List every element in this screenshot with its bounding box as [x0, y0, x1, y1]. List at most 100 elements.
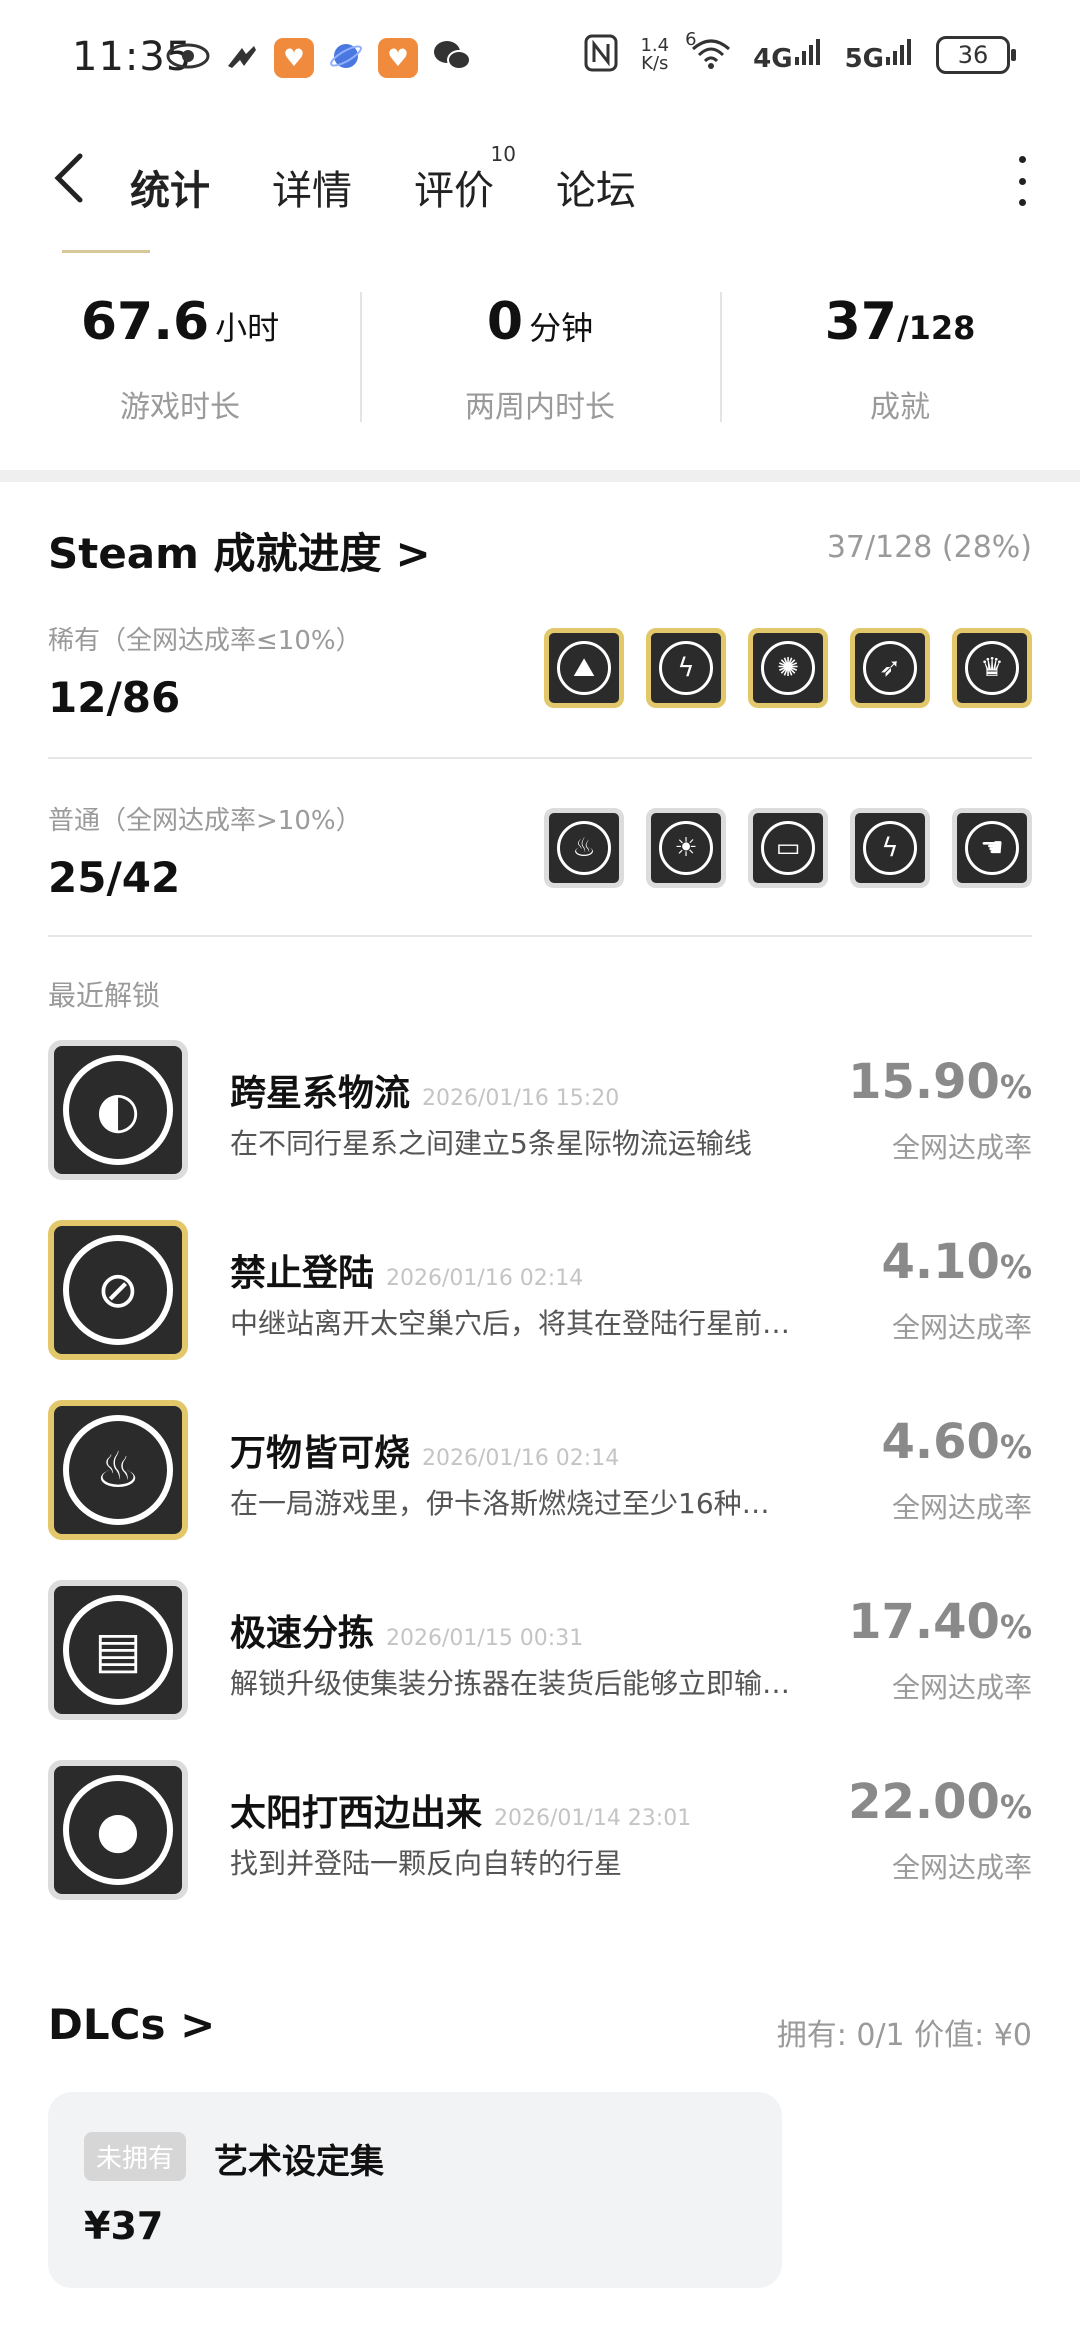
- achievement-progress-header[interactable]: Steam 成就进度 > 37/128 (28%): [48, 520, 1032, 580]
- achievement-rate-label: 全网达成率: [891, 1671, 1032, 1704]
- crown-icon: ♛: [965, 641, 1019, 695]
- achievement-badge[interactable]: ☚: [952, 808, 1032, 888]
- dlc-price: ¥37: [84, 2204, 164, 2248]
- signal-icon: 4G: [753, 37, 822, 74]
- tab-label: 详情: [272, 168, 352, 214]
- list-item[interactable]: ▤ 极速分拣 2026/01/15 00:31 解锁升级使集装分拣器在装货后能够立…: [48, 1580, 1032, 1720]
- list-item[interactable]: ● 太阳打西边出来 2026/01/14 23:01 找到并登陆一颗反向自转的行星…: [48, 1760, 1032, 1900]
- achievement-rate: 15.90%: [848, 1054, 1032, 1110]
- achievement-date: 2026/01/15 00:31: [386, 1626, 584, 1651]
- flame-icon: ☀: [659, 821, 713, 875]
- achievement-date: 2026/01/16 02:14: [422, 1446, 620, 1471]
- achievement-rate-label: 全网达成率: [891, 1131, 1032, 1164]
- achievement-description: 在不同行星系之间建立5条星际物流运输线: [230, 1127, 752, 1160]
- achievement-date: 2026/01/16 15:20: [422, 1086, 620, 1111]
- no-landing-icon: ⊘: [63, 1235, 173, 1345]
- dot: [1018, 177, 1026, 185]
- achievement-rate-label: 全网达成率: [891, 1851, 1032, 1884]
- achievement-progress-text: 37/128 (28%): [826, 530, 1032, 565]
- achievement-badge[interactable]: ▭: [748, 808, 828, 888]
- achievement-badge[interactable]: ⛰: [544, 628, 624, 708]
- box-icon: ▭: [761, 821, 815, 875]
- stat-unit: /128: [896, 309, 976, 347]
- divider: [48, 935, 1032, 937]
- tab-label: 论坛: [556, 168, 636, 214]
- dlc-header[interactable]: DLCs > 拥有: 0/1 价值: ¥0: [48, 2000, 1032, 2060]
- achievement-name: 跨星系物流 2026/01/16 15:20: [230, 1073, 620, 1114]
- lightning-icon: ϟ: [659, 641, 713, 695]
- planet-app-icon: [328, 38, 364, 78]
- chevron-left-icon: [54, 153, 83, 203]
- achievement-date: 2026/01/14 23:01: [494, 1806, 692, 1831]
- status-bar: 11:35 ♥ ♥ 1.4 K/s 6 4G 5G 36: [0, 0, 1080, 120]
- tab-forum[interactable]: 论坛: [552, 154, 640, 220]
- divider: [48, 757, 1032, 759]
- stat-value: 37: [824, 292, 897, 352]
- stat-value: 0: [486, 292, 524, 352]
- stat-value: 67.6: [80, 292, 210, 352]
- tab-bar: 统计 详情 评价 10 论坛: [126, 142, 640, 224]
- stat-label: 游戏时长: [120, 390, 240, 425]
- tab-details[interactable]: 详情: [268, 154, 356, 220]
- achievement-icon: ♨: [48, 1400, 188, 1540]
- battery-indicator: 36: [936, 36, 1016, 74]
- achievement-badge[interactable]: ϟ: [646, 628, 726, 708]
- tab-stats[interactable]: 统计: [126, 154, 214, 224]
- fire-icon: ♨: [557, 821, 611, 875]
- stat-label: 成就: [870, 390, 930, 425]
- stat-achievements: 37/128 成就: [720, 280, 1080, 440]
- tab-reviews[interactable]: 评价 10: [410, 142, 516, 220]
- rocket-icon: ➶: [863, 641, 917, 695]
- list-item[interactable]: ⊘ 禁止登陆 2026/01/16 02:14 中继站离开太空巢穴后，将其在登陆行…: [48, 1220, 1032, 1360]
- more-options-button[interactable]: [1012, 156, 1032, 206]
- section-separator: [0, 470, 1080, 482]
- achievement-description: 找到并登陆一颗反向自转的行星: [230, 1847, 623, 1880]
- achievement-badge[interactable]: ☀: [646, 808, 726, 888]
- heart-app-icon: ♥: [274, 38, 314, 78]
- achievement-badge[interactable]: ✺: [748, 628, 828, 708]
- status-right-icons: 1.4 K/s 6 4G 5G 36: [584, 29, 1016, 76]
- status-left-icons: ♥ ♥: [166, 38, 472, 78]
- achievement-badge[interactable]: ♨: [544, 808, 624, 888]
- achievement-rate-label: 全网达成率: [891, 1491, 1032, 1524]
- nfc-icon: [584, 34, 618, 76]
- achievement-date: 2026/01/16 02:14: [386, 1266, 584, 1291]
- dlc-card[interactable]: 未拥有 艺术设定集 ¥37: [48, 2092, 782, 2288]
- achievement-name: 太阳打西边出来 2026/01/14 23:01: [230, 1793, 692, 1834]
- lightning-icon: ϟ: [863, 821, 917, 875]
- sorter-icon: ▤: [63, 1595, 173, 1705]
- achievement-rate: 4.10%: [881, 1234, 1033, 1290]
- achievement-icon: ●: [48, 1760, 188, 1900]
- common-tier[interactable]: 普通（全网达成率>10%） 25/42 ♨ ☀ ▭ ϟ ☚: [48, 800, 1032, 950]
- galaxy-icon: ✺: [761, 641, 815, 695]
- wifi-icon: 6: [685, 29, 731, 73]
- list-item[interactable]: ♨ 万物皆可烧 2026/01/16 02:14 在一局游戏里，伊卡洛斯燃烧过至少…: [48, 1400, 1032, 1540]
- achievement-badge[interactable]: ♛: [952, 628, 1032, 708]
- dlc-name: 艺术设定集: [214, 2142, 384, 2182]
- list-item[interactable]: ◐ 跨星系物流 2026/01/16 15:20 在不同行星系之间建立5条星际物流…: [48, 1040, 1032, 1180]
- achievement-icon: ▤: [48, 1580, 188, 1720]
- achievement-badge[interactable]: ϟ: [850, 808, 930, 888]
- recent-unlocks-label: 最近解锁: [48, 979, 161, 1012]
- stat-unit: 小时: [215, 309, 280, 347]
- section-title: Steam 成就进度 >: [48, 529, 431, 578]
- stat-label: 两周内时长: [465, 390, 615, 425]
- achievement-icon: ⊘: [48, 1220, 188, 1360]
- stat-unit: 分钟: [529, 309, 594, 347]
- achievement-rate-label: 全网达成率: [891, 1311, 1032, 1344]
- back-button[interactable]: [50, 150, 100, 210]
- heart-app-icon: ♥: [378, 38, 418, 78]
- dot: [1018, 156, 1026, 163]
- review-count-badge: 10: [490, 142, 516, 166]
- common-badge-list: ♨ ☀ ▭ ϟ ☚: [544, 808, 1032, 888]
- achievement-rate: 4.60%: [881, 1414, 1033, 1470]
- rare-tier[interactable]: 稀有（全网达成率≤10%） 12/86 ⛰ ϟ ✺ ➶ ♛: [48, 620, 1032, 770]
- play-stats: 67.6 小时 游戏时长 0 分钟 两周内时长 37/128 成就: [0, 280, 1080, 440]
- dot: [1018, 199, 1026, 206]
- achievement-name: 禁止登陆 2026/01/16 02:14: [230, 1253, 584, 1294]
- planet-icon: ⛰: [557, 641, 611, 695]
- section-title: DLCs >: [48, 2000, 216, 2049]
- achievement-badge[interactable]: ➶: [850, 628, 930, 708]
- achievement-rate: 22.00%: [848, 1774, 1032, 1830]
- tab-label: 统计: [130, 168, 210, 214]
